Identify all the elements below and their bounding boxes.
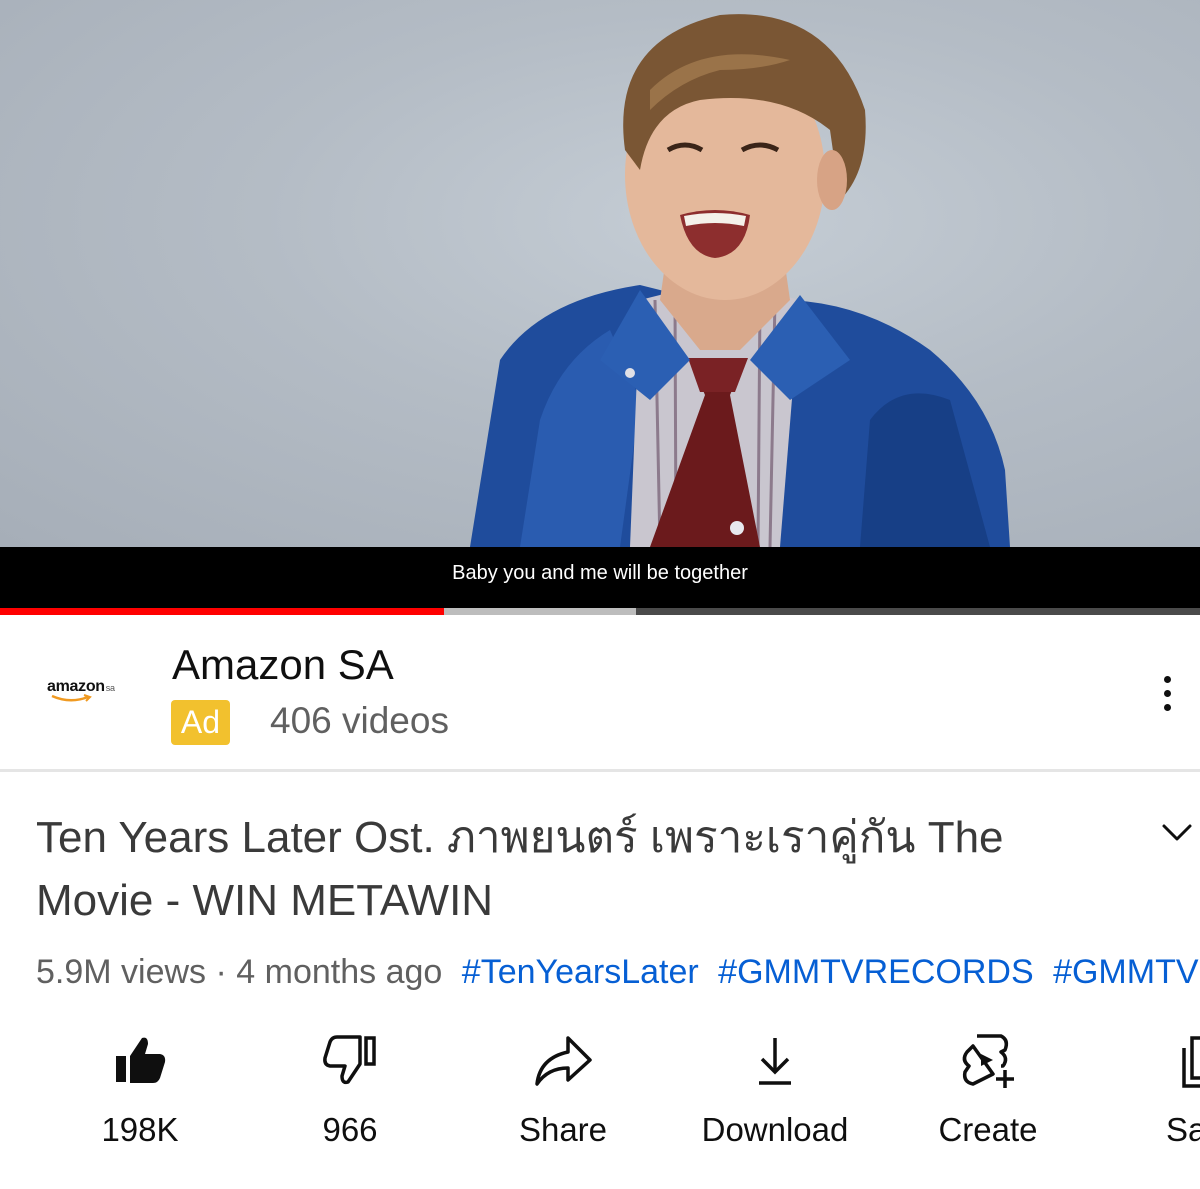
video-meta-line: 5.9M views · 4 months ago #TenYearsLater… [36, 950, 1199, 994]
hashtag-link[interactable]: #GMMTV [1053, 953, 1198, 991]
create-sparkle-icon [903, 1030, 1073, 1100]
share-arrow-icon [478, 1030, 648, 1100]
video-progress-bar[interactable] [0, 608, 1200, 615]
thumbs-up-filled-icon [55, 1030, 225, 1100]
dislike-button[interactable]: 966 [265, 1030, 435, 1170]
upload-age: 4 months ago [236, 953, 443, 991]
create-button[interactable]: Create [903, 1030, 1073, 1170]
ad-channel-row[interactable] [0, 615, 1200, 770]
divider [0, 769, 1200, 772]
create-label: Create [938, 1111, 1038, 1148]
thumbs-down-icon [265, 1030, 435, 1100]
logo-wordmark-suffix: sa [105, 683, 115, 693]
meta-separator: · [215, 953, 227, 991]
like-button[interactable]: 198K [55, 1030, 225, 1170]
dislike-count: 966 [322, 1111, 378, 1148]
download-icon [690, 1030, 860, 1100]
share-button[interactable]: Share [478, 1030, 648, 1170]
download-label: Download [701, 1111, 849, 1148]
share-label: Share [518, 1111, 608, 1148]
save-playlist-icon [1148, 1030, 1200, 1100]
hashtag-link[interactable]: #TenYearsLater [462, 953, 699, 991]
ad-channel-name[interactable]: Amazon SA [172, 640, 394, 690]
like-count: 198K [101, 1111, 179, 1148]
video-title[interactable]: Ten Years Later Ost. ภาพยนตร์ เพราะเราคู… [36, 806, 1116, 932]
channel-video-count: 406 videos [270, 700, 449, 741]
save-button[interactable]: Sa [1148, 1030, 1200, 1170]
progress-played [0, 608, 444, 615]
view-count: 5.9M views [36, 953, 207, 991]
save-label: Sa [1166, 1111, 1200, 1148]
subtitle-caption: Baby you and me will be together [452, 562, 748, 584]
video-frame-illustration [470, 14, 1010, 547]
download-button[interactable]: Download [690, 1030, 860, 1170]
video-player[interactable]: Baby you and me will be together [0, 0, 1200, 615]
ad-badge: Ad [171, 700, 230, 745]
video-frame[interactable] [0, 0, 1200, 547]
more-options-icon[interactable] [1150, 670, 1186, 716]
logo-wordmark-text: amazon [47, 678, 105, 695]
hashtag-link[interactable]: #GMMTVRECORDS [718, 953, 1033, 991]
amazon-smile-icon [51, 694, 92, 702]
chevron-down-icon[interactable] [1160, 818, 1194, 848]
